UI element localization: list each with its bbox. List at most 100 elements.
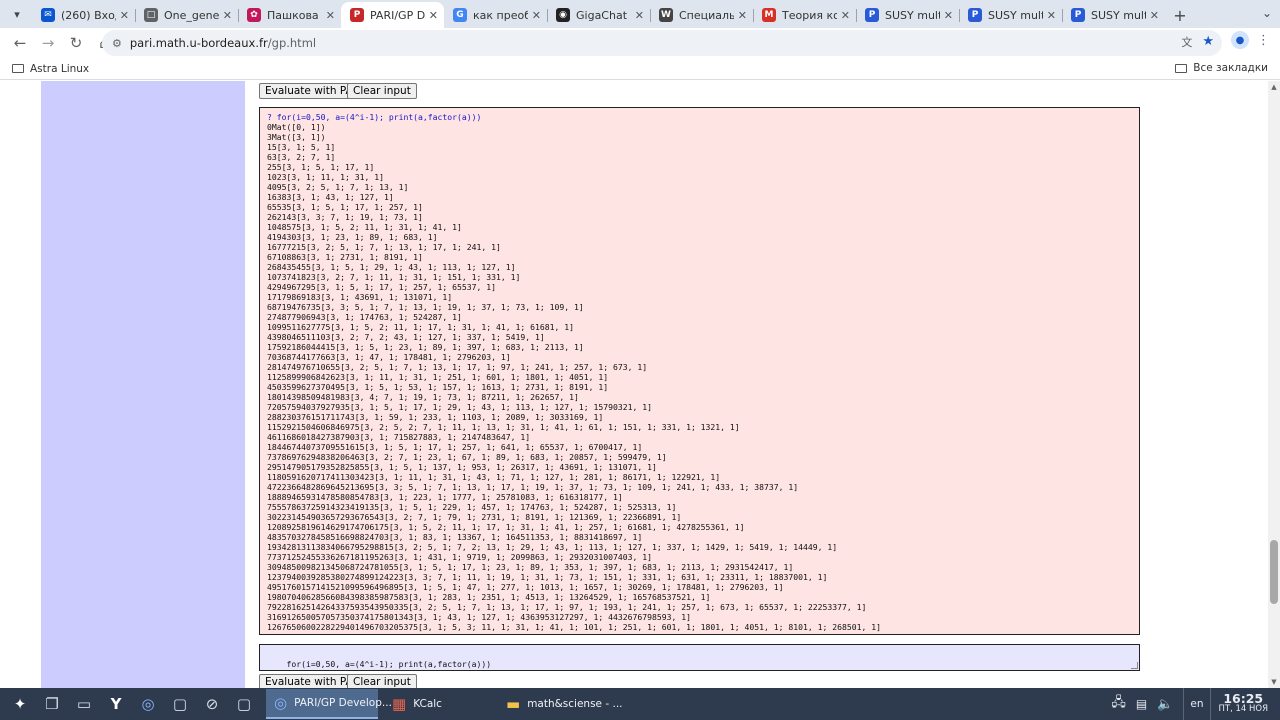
output-line: 274877906943[3, 1; 174763, 1; 524287, 1] [267,312,462,322]
url-text[interactable]: pari.math.u-bordeaux.fr/gp.html [130,36,316,50]
taskbar-task[interactable]: ◎ PARI/GP Develop... [266,689,392,719]
window-chevron-icon[interactable]: ⌄ [1262,6,1272,20]
keyboard-layout-indicator[interactable]: en [1183,688,1211,720]
start-menu-star-icon[interactable]: ✦ [8,692,32,716]
system-tray: 🖧 ▤ 🔈 en 16:25 ПТ, 14 НОЯ [1111,688,1280,720]
output-line: 18014398509481983[3, 4; 7, 1; 19, 1; 73,… [267,392,579,402]
bookmarks-bar: Astra Linux Все закладки [0,58,1280,80]
browser-tab[interactable]: W Специальная ✕ [650,2,753,28]
output-line: 19342813113834066795298815[3, 2; 5, 1; 7… [267,542,838,552]
browser-tab[interactable]: P SUSY multipl ✕ [1062,2,1165,28]
page-scrollbar[interactable]: ▲ ▼ [1268,81,1280,688]
file-manager-icon[interactable]: ▭ [72,692,96,716]
output-line: 262143[3, 3; 7, 1; 19, 1; 73, 1] [267,212,423,222]
wikipedia-icon: W [659,8,673,22]
left-sidebar-band [41,81,245,688]
all-bookmarks-button[interactable]: Все закладки [1175,62,1268,74]
blocked-circle-icon[interactable]: ⊘ [200,692,224,716]
clipboard-icon[interactable]: ▤ [1136,697,1147,711]
output-line: 1023[3, 1; 11, 1; 31, 1] [267,172,384,182]
translate-icon[interactable]: 文 [1181,34,1192,50]
browser-tab[interactable]: M Теория конт ✕ [753,2,856,28]
folder-launcher-icon[interactable]: ▢ [168,692,192,716]
new-tab-plus-icon[interactable]: + [1167,2,1193,28]
resize-grip-icon[interactable] [1131,662,1138,669]
output-line: 1099511627775[3, 1; 5, 2; 11, 1; 17, 1; … [267,322,574,332]
browser-tab[interactable]: P SUSY multipl ✕ [856,2,959,28]
forward-arrow-icon[interactable]: → [36,31,60,55]
output-line: 1180591620717411303423[3, 1; 11, 1; 31, … [267,472,721,482]
output-line: 79228162514264337593543950335[3, 2; 5, 1… [267,602,867,612]
browser-tab[interactable]: □ One_generali ✕ [135,2,238,28]
tab-title: GigaChat — р [576,8,631,22]
bookmark-star-icon[interactable]: ★ [1202,34,1214,50]
output-line: 75557863725914323419135[3, 1; 5, 1; 229,… [267,502,677,512]
browser-toolbar: ← → ↻ ⌂ ⚙ pari.math.u-bordeaux.fr/gp.htm… [0,28,1280,58]
browser-tab[interactable]: Gкак преобраз ✕ [444,2,547,28]
chromium-launcher-icon[interactable]: ◎ [136,692,160,716]
output-line: 309485009821345068724781055[3, 1; 5, 1; … [267,562,794,572]
tab-close-icon[interactable]: ✕ [738,9,747,22]
output-line: 15[3, 1; 5, 1] [267,142,336,152]
browser-tab[interactable]: ✉ (260) Входящ ✕ [32,2,135,28]
colorful-icon: ✿ [247,8,261,22]
tab-close-icon[interactable]: ✕ [635,9,644,22]
output-line: 0Mat([0, 1]) [267,122,326,132]
scroll-up-arrow-icon[interactable]: ▲ [1270,83,1278,91]
scroll-thumb[interactable] [1270,540,1278,604]
browser-tab[interactable]: P SUSY multipl ✕ [959,2,1062,28]
yandex-browser-icon[interactable]: Y [104,692,128,716]
tab-close-icon[interactable]: ✕ [326,9,335,22]
tab-title: Специальная [679,8,734,22]
gigachat-icon: ◉ [556,8,570,22]
task-list: ◎ PARI/GP Develop... ▦ KCalc ▬ math&sciense -… [266,689,623,719]
bookmark-folder-astra[interactable]: Astra Linux [12,63,89,75]
tab-close-icon[interactable]: ✕ [841,9,850,22]
profile-avatar-icon[interactable]: ● [1231,31,1249,49]
calculator-icon: ▦ [392,695,407,713]
window-switcher-icon[interactable]: ❐ [40,692,64,716]
taskbar-task-label: KCalc [413,698,442,710]
scroll-down-arrow-icon[interactable]: ▼ [1270,678,1278,686]
tab-close-icon[interactable]: ✕ [1150,9,1159,22]
tab-close-icon[interactable]: ✕ [223,9,232,22]
google-icon: G [453,8,467,22]
output-line: 63[3, 2; 7, 1] [267,152,336,162]
folder-launcher-icon-2[interactable]: ▢ [232,692,256,716]
tab-close-icon[interactable]: ✕ [1047,9,1056,22]
folder-icon: ▬ [506,695,521,713]
reload-icon[interactable]: ↻ [64,31,88,55]
clear-input-button-bottom[interactable]: Clear input [347,674,417,688]
output-line: 255[3, 1; 5, 1; 17, 1] [267,162,375,172]
menu-kebab-icon[interactable]: ⋮ [1257,33,1270,48]
volume-icon[interactable]: 🔈 [1157,697,1173,712]
address-bar[interactable]: ⚙ pari.math.u-bordeaux.fr/gp.html 文 ★ [102,30,1222,56]
tab-close-icon[interactable]: ✕ [429,9,438,22]
clear-input-button[interactable]: Clear input [347,83,417,99]
back-arrow-icon[interactable]: ← [8,31,32,55]
folder-icon [1175,63,1188,73]
site-info-icon[interactable]: ⚙ [112,37,122,50]
output-line: 4095[3, 2; 5, 1; 7, 1; 13, 1] [267,182,409,192]
bookmark-folder-label: Astra Linux [30,62,90,75]
tab-search-chevron-icon[interactable]: ▾ [4,1,30,27]
browser-tab[interactable]: ✿ Пашкова Ан ✕ [238,2,341,28]
taskbar-task[interactable]: ▬ math&sciense - ... [498,689,623,719]
tab-close-icon[interactable]: ✕ [944,9,953,22]
browser-tab[interactable]: P PARI/GP Deve ✕ [341,2,444,28]
susy-icon: P [1071,8,1085,22]
tab-title: SUSY multipl [885,8,940,22]
clock[interactable]: 16:25 ПТ, 14 НОЯ [1219,692,1269,715]
output-line: 1208925819614629174706175[3, 1; 5, 2; 11… [267,522,745,532]
gp-input-textarea[interactable]: for(i=0,50, a=(4^i-1); print(a,factor(a)… [259,644,1140,671]
output-line: 16383[3, 1; 43, 1; 127, 1] [267,192,394,202]
tab-close-icon[interactable]: ✕ [532,9,541,22]
output-line: 4294967295[3, 1; 5, 1; 17, 1; 257, 1; 65… [267,282,497,292]
browser-tab[interactable]: ◉ GigaChat — р ✕ [547,2,650,28]
tab-close-icon[interactable]: ✕ [120,9,129,22]
tab-strip: ▾ ✉ (260) Входящ ✕ □ One_generali ✕ ✿ Пашкова А… [0,0,1280,28]
output-line: 17592186044415[3, 1; 5, 1; 23, 1; 89, 1;… [267,342,584,352]
network-icon[interactable]: 🖧 [1111,693,1126,715]
taskbar-task-label: PARI/GP Develop... [294,697,392,709]
taskbar-task[interactable]: ▦ KCalc [384,689,484,719]
